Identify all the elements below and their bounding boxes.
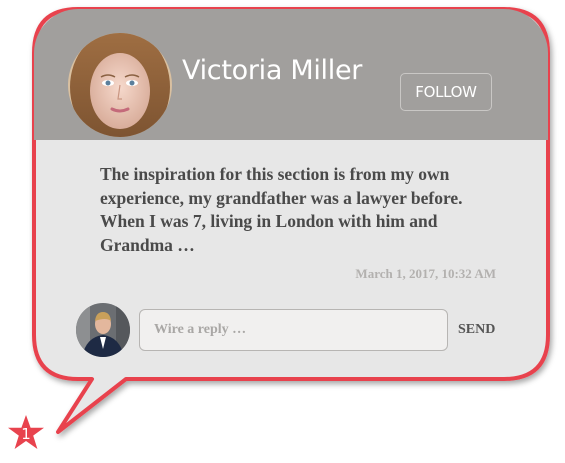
- profile-name: Victoria Miller: [182, 55, 363, 86]
- reply-input[interactable]: [139, 309, 448, 351]
- send-button[interactable]: SEND: [458, 319, 495, 341]
- avatar: [68, 33, 172, 137]
- reply-avatar: [76, 303, 130, 357]
- post-message: The inspiration for this section is from…: [100, 164, 463, 255]
- badge-number: 1: [21, 425, 31, 443]
- follow-button[interactable]: FOLLOW: [400, 73, 492, 111]
- reply-avatar-portrait: [76, 303, 130, 357]
- profile-header: Victoria Miller FOLLOW: [34, 9, 548, 140]
- profile-card: Victoria Miller FOLLOW The inspiration f…: [34, 9, 548, 379]
- avatar-portrait: [68, 33, 172, 137]
- post-timestamp: March 1, 2017, 10:32 AM: [355, 266, 496, 281]
